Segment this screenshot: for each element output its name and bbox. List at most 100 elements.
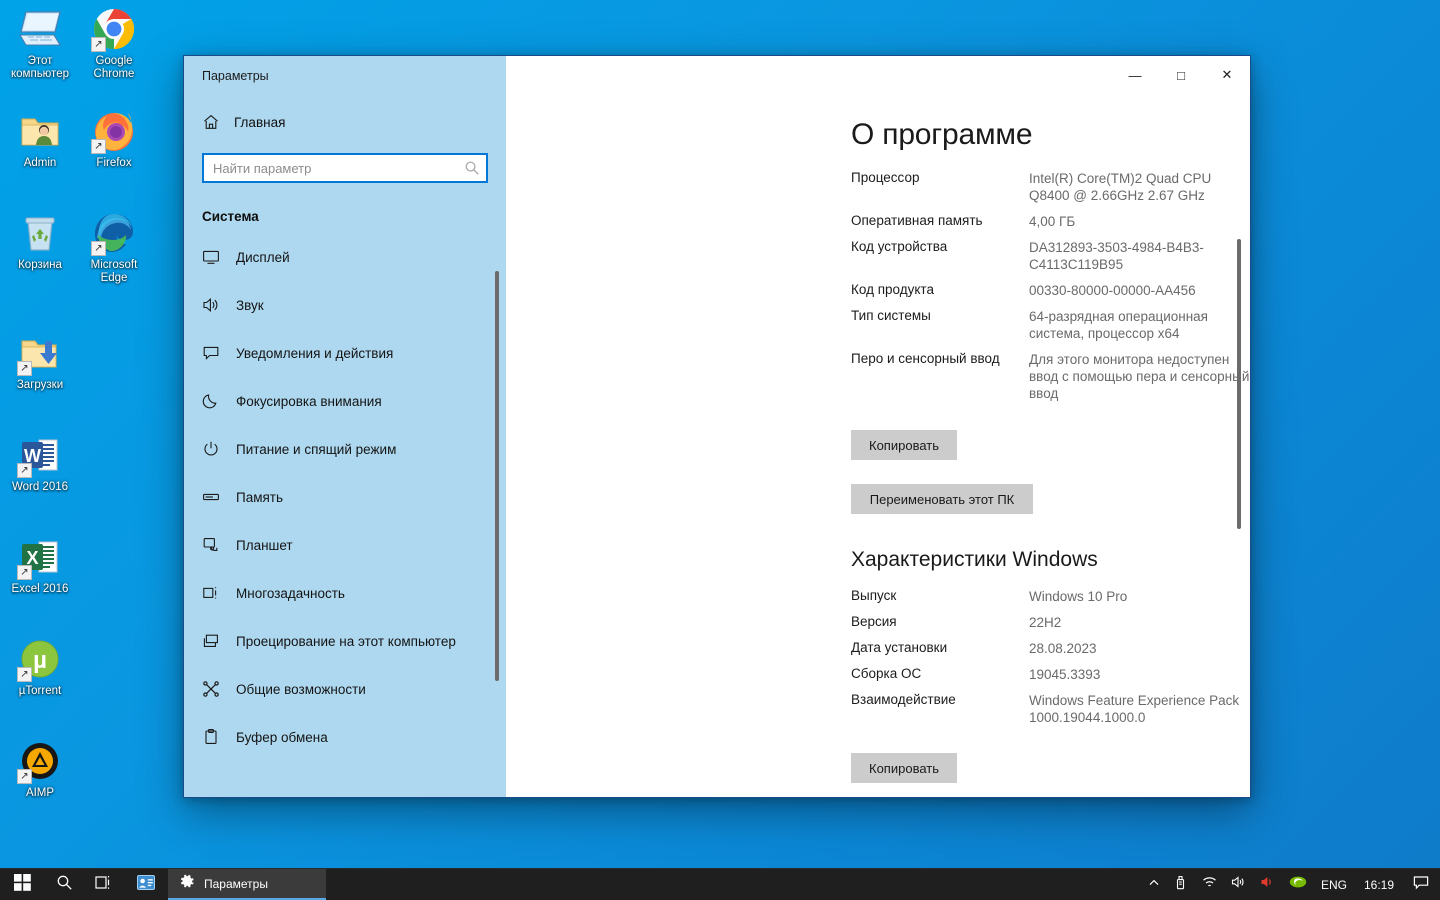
multitasking-icon [202, 584, 220, 602]
content-scrollbar-thumb[interactable] [1237, 239, 1241, 529]
downloads-folder-icon [17, 330, 63, 376]
spec-key: Оперативная память [851, 213, 983, 228]
table-row: Перо и сенсорный ввод Для этого монитора… [851, 351, 1250, 411]
shortcut-overlay-icon [17, 565, 32, 580]
sidebar-scrollbar-thumb[interactable] [495, 271, 499, 681]
desktop-icon-label: Этот компьютер [11, 55, 69, 80]
tray-gpu-button[interactable] [1282, 869, 1314, 900]
spec-value: DA312893-3503-4984-B4B3-C4113C119B95 [1029, 240, 1204, 272]
tray-language-label: ENG [1320, 877, 1347, 892]
desktop-icon-excel[interactable]: X Excel 2016 [2, 534, 78, 610]
desktop-icon-recycle-bin[interactable]: Корзина [2, 210, 78, 286]
tablet-icon [202, 536, 220, 554]
tray-clock[interactable]: 16:19 [1354, 869, 1404, 900]
desktop-icon-utorrent[interactable]: µ µTorrent [2, 636, 78, 712]
copy-windows-specs-button[interactable]: Копировать [851, 753, 957, 783]
desktop-icon-label: µTorrent [18, 685, 62, 697]
spec-value: 22H2 [1029, 615, 1062, 630]
desktop-icon-edge[interactable]: Microsoft Edge [76, 210, 152, 286]
sidebar-item-power-sleep[interactable]: Питание и спящий режим [184, 434, 506, 464]
sidebar-item-tablet[interactable]: Планшет [184, 530, 506, 560]
page-title: О программе [851, 118, 1033, 151]
gear-icon [180, 874, 195, 894]
sidebar-item-multitasking[interactable]: Многозадачность [184, 578, 506, 608]
close-button[interactable]: ✕ [1204, 56, 1250, 94]
system-tray: ENG 16:19 [1141, 869, 1440, 900]
sidebar-item-label: Фокусировка внимания [236, 393, 382, 409]
desktop-icon-firefox[interactable]: Firefox [76, 108, 152, 184]
projecting-icon [202, 632, 220, 650]
rename-pc-button[interactable]: Переименовать этот ПК [851, 484, 1033, 514]
wifi-icon [1202, 875, 1217, 894]
nvidia-icon [1289, 875, 1307, 894]
desktop-icon-label: Корзина [18, 259, 62, 271]
desktop-icon-this-pc[interactable]: Этот компьютер [2, 6, 78, 82]
taskbar: Параметры ENG 16:19 [0, 868, 1440, 900]
sidebar-item-label: Общие возможности [236, 681, 366, 697]
sidebar-item-notifications[interactable]: Уведомления и действия [184, 338, 506, 368]
sidebar-item-label: Планшет [236, 537, 293, 553]
start-button[interactable] [0, 869, 44, 900]
chevron-up-icon [1148, 876, 1160, 894]
sidebar-item-display[interactable]: Дисплей [184, 242, 506, 272]
shortcut-overlay-icon [91, 139, 106, 154]
sidebar-section-header: Система [202, 209, 259, 224]
tray-audio-mixer-button[interactable] [1253, 869, 1282, 900]
sidebar-item-sound[interactable]: Звук [184, 290, 506, 320]
about-page: О программе Процессор Intel(R) Core(TM)2… [506, 56, 1250, 797]
tray-chevron-button[interactable] [1141, 869, 1167, 900]
desktop-icon-admin[interactable]: Admin [2, 108, 78, 184]
sidebar-item-focus-assist[interactable]: Фокусировка внимания [184, 386, 506, 416]
maximize-button[interactable]: □ [1158, 56, 1204, 94]
excel-icon: X [17, 534, 63, 580]
speaker-icon [1231, 875, 1246, 894]
search-box[interactable] [202, 153, 488, 183]
sidebar-item-clipboard[interactable]: Буфер обмена [184, 722, 506, 752]
spec-value: Windows Feature Experience Pack 1000.190… [1029, 693, 1240, 725]
desktop-icon-word[interactable]: W Word 2016 [2, 432, 78, 508]
clipboard-icon [202, 728, 220, 746]
desktop-icon-label: Firefox [96, 157, 132, 169]
desktop-icon-label: Admin [23, 157, 57, 169]
tray-network-button[interactable] [1195, 869, 1224, 900]
shortcut-overlay-icon [17, 667, 32, 682]
table-row: Код устройства DA312893-3503-4984-B4B3-C… [851, 239, 1250, 282]
word-icon: W [17, 432, 63, 478]
shortcut-overlay-icon [17, 463, 32, 478]
sidebar-item-shared-experiences[interactable]: Общие возможности [184, 674, 506, 704]
search-input[interactable] [213, 160, 464, 176]
desktop-icon-chrome[interactable]: Google Chrome [76, 6, 152, 82]
tray-language-indicator[interactable]: ENG [1314, 869, 1354, 900]
search-icon [464, 160, 480, 176]
shortcut-overlay-icon [17, 769, 32, 784]
copy-device-specs-button[interactable]: Копировать [851, 430, 957, 460]
spec-key: Код устройства [851, 239, 948, 254]
sidebar-item-home[interactable]: Главная [202, 107, 506, 137]
table-row: Код продукта 00330-80000-00000-AA456 [851, 282, 1250, 308]
task-view-button[interactable] [84, 869, 124, 900]
sidebar-item-projecting[interactable]: Проецирование на этот компьютер [184, 626, 506, 656]
spec-key: Дата установки [851, 640, 948, 655]
tray-usb-button[interactable] [1167, 869, 1195, 900]
minimize-button[interactable]: — [1112, 56, 1158, 94]
sidebar-item-storage[interactable]: Память [184, 482, 506, 512]
tray-volume-button[interactable] [1224, 869, 1253, 900]
table-row: Взаимодействие Windows Feature Experienc… [851, 692, 1250, 735]
desktop-icon-aimp[interactable]: AIMP [2, 738, 78, 814]
desktop-icon-downloads[interactable]: Загрузки [2, 330, 78, 406]
taskbar-pinned-people-button[interactable] [124, 869, 168, 900]
spec-key: Код продукта [851, 282, 934, 297]
desktop-icon-label: Google Chrome [93, 55, 135, 80]
taskbar-search-button[interactable] [44, 869, 84, 900]
spec-value: 00330-80000-00000-AA456 [1029, 283, 1196, 298]
windows-specifications-title: Характеристики Windows [851, 548, 1098, 571]
action-center-button[interactable] [1404, 869, 1440, 900]
taskbar-task-settings[interactable]: Параметры [168, 869, 326, 900]
aimp-icon [17, 738, 63, 784]
svg-text:µ: µ [33, 647, 47, 674]
spec-value: 64-разрядная операционная система, проце… [1029, 309, 1208, 341]
shortcut-overlay-icon [17, 361, 32, 376]
desktop-icon-label: Microsoft Edge [90, 259, 138, 284]
utorrent-icon: µ [17, 636, 63, 682]
table-row: Сборка ОС 19045.3393 [851, 666, 1250, 692]
